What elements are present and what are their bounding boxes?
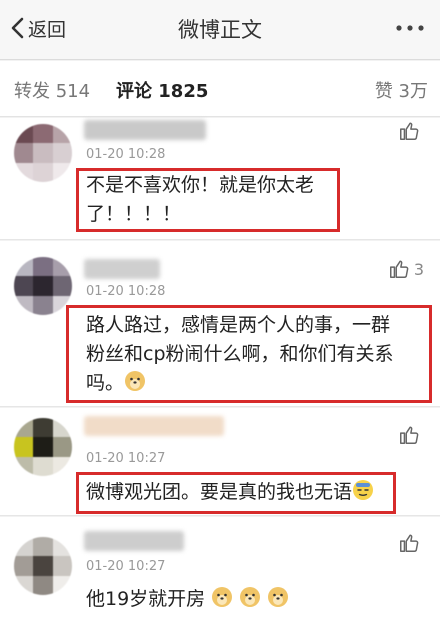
comment-text-line: 吗。	[86, 369, 394, 398]
comment-text-line: 路人路过，感情是两个人的事，一群	[86, 314, 391, 336]
thumbs-up-icon	[389, 260, 409, 278]
comment-text: 不是不喜欢你！就是你太老 了！！！！	[86, 171, 314, 229]
comment-text-segment: 微博观光团。要是真的我也无语	[86, 481, 353, 503]
tab-bar: 转发 514 评论 1825 赞 3万	[0, 61, 440, 117]
avatar	[14, 418, 72, 476]
page-title: 微博正文	[178, 18, 262, 42]
like-button[interactable]	[398, 532, 424, 554]
comment-text-line: 他19岁就开房	[86, 585, 289, 614]
username-blurred[interactable]	[84, 531, 184, 551]
avatar	[14, 537, 72, 595]
comment-text-segment: 他19岁就开房	[86, 588, 206, 610]
sweat-emoji-icon	[353, 480, 374, 500]
like-button[interactable]	[398, 424, 424, 446]
tab-repost[interactable]: 转发 514	[14, 77, 90, 103]
comment-item: 01-20 10:27 微博观光团。要是真的我也无语	[0, 408, 440, 516]
comment-text-line: 了！！！！	[86, 203, 182, 225]
comment-time: 01-20 10:27	[86, 451, 166, 466]
thumbs-up-icon	[400, 534, 419, 552]
comment-time: 01-20 10:27	[86, 559, 166, 574]
comment-time: 01-20 10:28	[86, 284, 166, 299]
comment-text: 微博观光团。要是真的我也无语	[86, 478, 374, 507]
username-blurred[interactable]	[84, 259, 160, 279]
comment-text-line: 微博观光团。要是真的我也无语	[86, 478, 374, 507]
doge-emoji-icon	[268, 587, 289, 607]
thumbs-up-icon	[400, 426, 419, 444]
doge-emoji-icon	[125, 371, 146, 391]
comment-text-line: 粉丝和cp粉闹什么啊，和你们有关系	[86, 343, 394, 365]
like-button[interactable]: 3	[388, 258, 424, 280]
avatar	[14, 124, 72, 182]
comment-text-line: 不是不喜欢你！就是你太老	[86, 174, 315, 196]
comment-time: 01-20 10:28	[86, 147, 166, 162]
comment-item: 01-20 10:28 3 路人路过，感情是两个人的事，一群 粉丝和cp粉闹什么…	[0, 241, 440, 407]
username-blurred[interactable]	[84, 416, 224, 436]
like-count: 3	[413, 259, 424, 279]
avatar	[14, 257, 72, 315]
more-button[interactable]	[392, 14, 428, 42]
doge-emoji-icon	[212, 587, 233, 607]
comment-item: 01-20 10:28 不是不喜欢你！就是你太老 了！！！！	[0, 118, 440, 240]
tab-like[interactable]: 赞 3万	[375, 77, 428, 103]
comment-item: 01-20 10:27 他19岁就开房	[0, 517, 440, 626]
like-button[interactable]	[398, 120, 424, 142]
comment-text: 他19岁就开房	[86, 585, 289, 614]
username-blurred[interactable]	[84, 120, 206, 140]
comment-text-segment: 吗。	[86, 372, 125, 394]
more-dots-icon	[396, 25, 424, 31]
doge-emoji-icon	[240, 587, 261, 607]
tab-comment[interactable]: 评论 1825	[116, 77, 208, 103]
thumbs-up-icon	[400, 122, 419, 140]
navigation-bar: 返回 微博正文	[0, 0, 440, 60]
comment-text: 路人路过，感情是两个人的事，一群 粉丝和cp粉闹什么啊，和你们有关系 吗。	[86, 311, 394, 398]
